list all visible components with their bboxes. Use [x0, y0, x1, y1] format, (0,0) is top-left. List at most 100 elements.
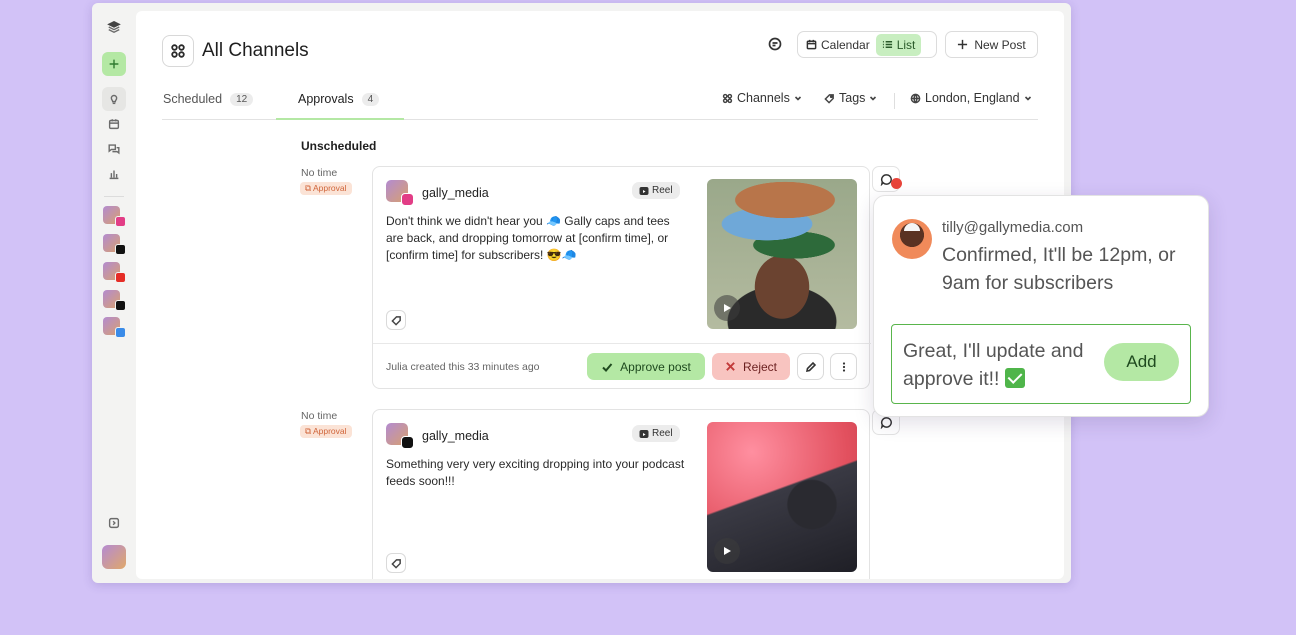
approval-badge-label: Approval	[312, 426, 347, 436]
bar-chart-icon	[109, 170, 119, 180]
comment-message: Confirmed, It'll be 12pm, or 9am for sub…	[942, 244, 1176, 294]
post-text: Something very very exciting dropping in…	[386, 457, 685, 488]
post-type-badge: Reel	[632, 182, 680, 199]
chevron-down-icon	[794, 96, 801, 101]
post-type-label: Reel	[652, 428, 673, 439]
channel-instagram[interactable]	[102, 204, 126, 228]
check-mark-emoji-icon	[1004, 368, 1025, 388]
post-card[interactable]: gally_media Reel Something very very exc…	[372, 409, 870, 579]
commenter-avatar	[892, 219, 932, 259]
approval-badge: ⧉ Approval	[300, 182, 352, 195]
play-icon[interactable]	[714, 295, 740, 321]
approval-badge: ⧉ Approval	[300, 425, 352, 438]
calendar-view-button[interactable]: Calendar	[800, 34, 876, 56]
post-type-label: Reel	[652, 185, 673, 196]
channel-youtube[interactable]	[102, 260, 126, 284]
analytics-nav-button[interactable]	[102, 162, 126, 186]
reject-button[interactable]: Reject	[712, 353, 790, 380]
plus-icon	[109, 59, 119, 69]
sidebar-divider	[104, 196, 124, 197]
add-reply-button[interactable]: Add	[1104, 343, 1179, 381]
reply-text[interactable]: Great, I'll update and approve it!!	[903, 337, 1103, 393]
new-post-button[interactable]: New Post	[945, 31, 1038, 58]
tab-count: 12	[230, 92, 254, 106]
chevron-down-icon	[1024, 96, 1031, 101]
add-tag-button[interactable]	[386, 310, 406, 330]
play-icon[interactable]	[714, 538, 740, 564]
check-icon	[602, 362, 613, 372]
chat-bubbles-icon	[108, 144, 120, 155]
tab-label: Scheduled	[163, 92, 223, 106]
sidebar	[92, 3, 136, 583]
layers-logo-icon[interactable]	[102, 15, 126, 39]
bluesky-icon	[115, 327, 126, 338]
lightbulb-icon	[110, 94, 118, 105]
reply-input[interactable]: Great, I'll update and approve it!! Add	[891, 324, 1191, 404]
channels-filter-label: Channels	[737, 91, 790, 105]
youtube-icon	[115, 272, 126, 283]
channel-bluesky[interactable]	[102, 315, 126, 339]
calendar-view-label: Calendar	[821, 37, 870, 52]
tab-label: Approvals	[298, 92, 354, 106]
tiktok-icon	[115, 244, 126, 255]
collapse-sidebar-button[interactable]	[102, 511, 126, 535]
reject-label: Reject	[742, 359, 777, 374]
user-avatar[interactable]	[102, 545, 126, 569]
channel-tiktok[interactable]	[102, 232, 126, 256]
calendar-nav-button[interactable]	[102, 112, 126, 136]
view-switcher: Calendar List	[797, 31, 937, 58]
channels-filter[interactable]: Channels	[722, 91, 802, 105]
pencil-icon	[805, 361, 816, 372]
list-view-label: List	[896, 37, 916, 52]
tab-approvals[interactable]: Approvals 4	[298, 92, 380, 106]
timezone-label: London, England	[925, 91, 1020, 105]
comment-icon	[768, 37, 782, 51]
channel-x[interactable]	[102, 288, 126, 312]
post-footer: Julia created this 33 minutes ago Approv…	[373, 343, 871, 389]
comment-icon	[880, 416, 892, 429]
tag-icon	[824, 93, 834, 104]
more-options-button[interactable]	[830, 353, 857, 380]
page-title: All Channels	[202, 40, 309, 61]
edit-button[interactable]	[797, 353, 824, 380]
create-button[interactable]	[102, 52, 126, 76]
tag-plus-icon	[390, 315, 401, 326]
calendar-icon	[108, 119, 120, 130]
tab-count: 4	[361, 92, 380, 106]
reply-text-value: Great, I'll update and approve it!!	[903, 340, 1084, 390]
approve-label: Approve post	[620, 359, 691, 374]
timezone-filter[interactable]: London, England	[910, 91, 1032, 105]
list-icon	[882, 41, 892, 48]
new-post-label: New Post	[974, 37, 1026, 52]
ideas-nav-button[interactable]	[102, 87, 126, 111]
globe-icon	[910, 93, 921, 103]
tab-scheduled[interactable]: Scheduled 12	[163, 92, 254, 106]
sidebar-toggle-icon	[108, 517, 120, 529]
chevron-down-icon	[870, 96, 877, 101]
calendar-icon	[806, 39, 817, 50]
instagram-icon	[401, 193, 414, 206]
more-vertical-icon	[842, 361, 845, 372]
post-media-thumbnail[interactable]	[707, 179, 857, 329]
grid-icon	[722, 93, 733, 103]
post-media-thumbnail[interactable]	[707, 422, 857, 572]
comment-popover: tilly@gallymedia.com Confirmed, It'll be…	[873, 195, 1209, 417]
unread-comment-indicator	[891, 178, 902, 189]
close-icon	[726, 362, 735, 371]
post-time: No time	[301, 410, 338, 422]
created-info: Julia created this 33 minutes ago	[386, 361, 540, 373]
commenter-email: tilly@gallymedia.com	[942, 219, 1084, 236]
reel-icon	[639, 429, 649, 438]
tags-filter[interactable]: Tags	[824, 91, 877, 105]
filter-divider	[894, 93, 895, 109]
add-tag-button[interactable]	[386, 553, 406, 573]
approve-post-button[interactable]: Approve post	[587, 353, 705, 380]
plus-icon	[958, 39, 968, 50]
messages-nav-button[interactable]	[102, 137, 126, 161]
tag-plus-icon	[390, 558, 401, 569]
post-card[interactable]: gally_media Reel Don't think we didn't h…	[372, 166, 871, 389]
list-view-button[interactable]: List	[875, 33, 922, 56]
comments-button[interactable]	[767, 36, 785, 54]
account-name: gally_media	[422, 429, 489, 443]
post-type-badge: Reel	[632, 425, 680, 442]
